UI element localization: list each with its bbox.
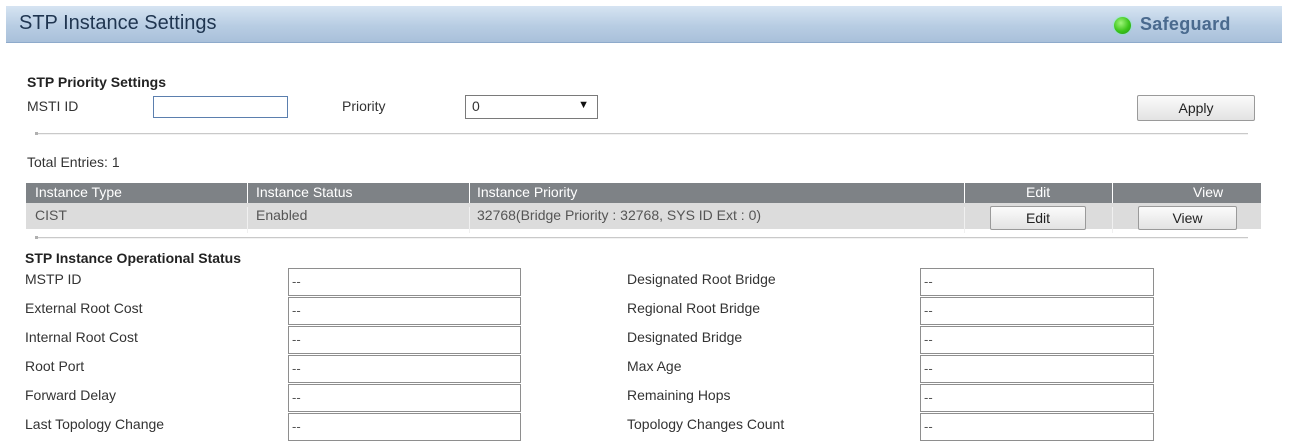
internal-root-cost-label: Internal Root Cost: [25, 329, 138, 345]
cell-instance-status: Enabled: [256, 207, 308, 223]
regional-root-bridge-field: --: [920, 297, 1154, 325]
col-instance-status: Instance Status: [256, 184, 353, 200]
designated-bridge-field: --: [920, 326, 1154, 354]
separator-cap: [35, 132, 38, 135]
col-instance-priority: Instance Priority: [477, 184, 578, 200]
designated-bridge-label: Designated Bridge: [627, 329, 743, 345]
forward-delay-label: Forward Delay: [25, 387, 117, 403]
priority-label: Priority: [342, 98, 386, 114]
col-divider: [964, 207, 965, 233]
root-port-field: --: [288, 355, 521, 383]
apply-button[interactable]: Apply: [1137, 95, 1255, 121]
title-bar: STP Instance Settings Safeguard: [6, 6, 1282, 43]
separator-cap: [35, 236, 38, 239]
col-divider: [469, 183, 470, 203]
cell-instance-type: CIST: [35, 207, 67, 223]
col-divider: [469, 207, 470, 233]
instance-table-header: Instance Type Instance Status Instance P…: [26, 183, 1261, 203]
last-topology-change-label: Last Topology Change: [25, 416, 165, 432]
topology-changes-count-label: Topology Changes Count: [627, 416, 785, 432]
priority-settings-heading: STP Priority Settings: [27, 74, 166, 90]
max-age-label: Max Age: [627, 358, 682, 374]
regional-root-bridge-label: Regional Root Bridge: [627, 300, 761, 316]
col-view: View: [1193, 184, 1224, 200]
last-topology-change-field: --: [288, 413, 521, 441]
priority-select[interactable]: 0 ▼: [465, 95, 598, 119]
safeguard-status-icon: [1114, 17, 1131, 34]
designated-root-bridge-label: Designated Root Bridge: [627, 271, 776, 287]
external-root-cost-label: External Root Cost: [25, 300, 143, 316]
total-entries: Total Entries: 1: [27, 154, 120, 170]
priority-select-value: 0: [472, 98, 480, 114]
internal-root-cost-field: --: [288, 326, 521, 354]
page-title: STP Instance Settings: [19, 12, 217, 34]
edit-button[interactable]: Edit: [990, 206, 1086, 230]
col-divider: [247, 183, 248, 203]
view-button[interactable]: View: [1138, 206, 1237, 230]
mstp-id-label: MSTP ID: [25, 271, 82, 287]
remaining-hops-label: Remaining Hops: [627, 387, 731, 403]
safeguard-label: Safeguard: [1140, 14, 1231, 34]
forward-delay-field: --: [288, 384, 521, 412]
cell-instance-priority: 32768(Bridge Priority : 32768, SYS ID Ex…: [477, 207, 762, 223]
topology-changes-count-field: --: [920, 413, 1154, 441]
col-divider: [1112, 207, 1113, 233]
max-age-field: --: [920, 355, 1154, 383]
col-divider: [1112, 183, 1113, 203]
msti-id-label: MSTI ID: [27, 98, 79, 114]
external-root-cost-field: --: [288, 297, 521, 325]
designated-root-bridge-field: --: [920, 268, 1154, 296]
remaining-hops-field: --: [920, 384, 1154, 412]
col-divider: [247, 207, 248, 233]
root-port-label: Root Port: [25, 358, 85, 374]
dropdown-arrow-icon: ▼: [578, 99, 589, 111]
msti-id-input[interactable]: [153, 96, 288, 118]
col-instance-type: Instance Type: [35, 184, 122, 200]
separator: [36, 237, 1248, 239]
operational-status-heading: STP Instance Operational Status: [25, 250, 242, 266]
mstp-id-field: --: [288, 268, 521, 296]
col-edit: Edit: [1026, 184, 1051, 200]
col-divider: [964, 183, 965, 203]
separator: [36, 133, 1248, 135]
